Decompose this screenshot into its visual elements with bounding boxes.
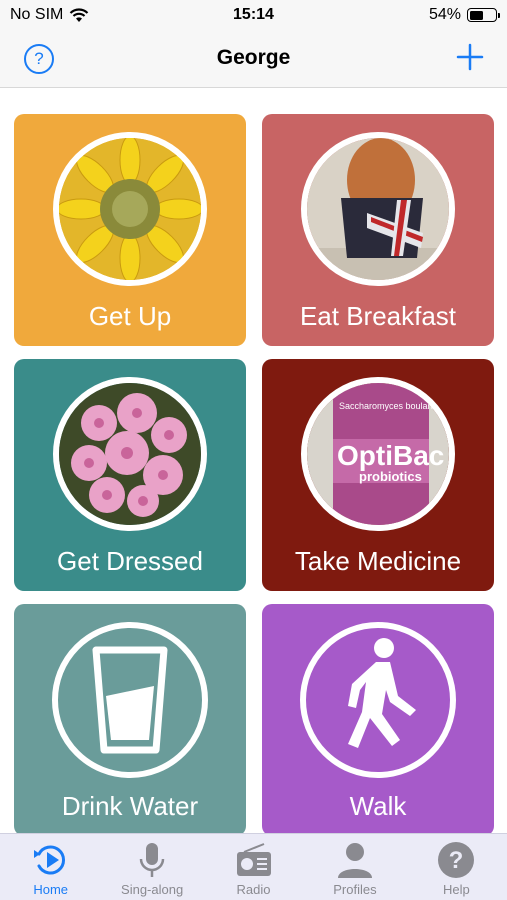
battery-icon	[467, 8, 500, 22]
tab-label: Radio	[236, 882, 271, 897]
tile-get-dressed[interactable]: Get Dressed	[14, 359, 246, 591]
bottle-text-2: OptiBac	[337, 440, 444, 471]
battery-indicator: 54%	[428, 6, 500, 24]
tab-sing-along[interactable]: Sing-along	[101, 834, 202, 900]
walking-person-icon	[300, 622, 456, 778]
tile-walk[interactable]: Walk	[262, 604, 494, 833]
probiotics-bottle-photo: Saccharomyces boulardii OptiBac probioti…	[301, 377, 455, 531]
bottle-text-1: Saccharomyces boulardii	[339, 401, 440, 411]
tab-home[interactable]: Home	[0, 834, 101, 900]
sunflower-photo	[53, 132, 207, 286]
tile-take-medicine[interactable]: Saccharomyces boulardii OptiBac probioti…	[262, 359, 494, 591]
person-icon	[337, 843, 372, 878]
tab-label: Profiles	[333, 882, 377, 897]
svg-text:?: ?	[449, 847, 464, 874]
tab-label: Sing-along	[121, 882, 184, 897]
tab-label: Home	[33, 882, 69, 897]
pink-flowers-photo	[53, 377, 207, 531]
tab-radio[interactable]: Radio	[203, 834, 304, 900]
add-icon[interactable]	[453, 40, 487, 74]
tile-label: Get Up	[88, 301, 172, 331]
tile-eat-breakfast[interactable]: Eat Breakfast	[262, 114, 494, 346]
page-title: George	[216, 46, 291, 69]
radio-icon	[236, 843, 271, 876]
tab-label: Help	[442, 882, 470, 897]
battery-percent: 54%	[428, 6, 461, 23]
tab-profiles[interactable]: Profiles	[304, 834, 405, 900]
home-play-icon	[33, 845, 65, 875]
tile-drink-water[interactable]: Drink Water	[14, 604, 246, 833]
battery-level	[469, 10, 483, 20]
tile-label: Walk	[349, 791, 407, 821]
help-icon: ?	[438, 842, 475, 878]
tile-label: Drink Water	[61, 791, 199, 821]
bottle-text-3: probiotics	[359, 469, 422, 484]
tile-label: Eat Breakfast	[299, 301, 457, 331]
microphone-icon	[139, 843, 165, 877]
status-bar: No SIM 15:14 54%	[0, 0, 507, 32]
tab-bar: Home Sing-along Radio Profiles ? Help	[0, 833, 507, 900]
activity-grid: Get Up Eat Breakfast Get Dressed Sacchar…	[0, 88, 507, 833]
tile-get-up[interactable]: Get Up	[14, 114, 246, 346]
tab-help[interactable]: ? Help	[406, 834, 507, 900]
egg-cup-photo	[301, 132, 455, 286]
tile-label: Take Medicine	[294, 546, 462, 576]
tile-label: Get Dressed	[57, 546, 203, 576]
navigation-bar: ? George	[0, 32, 507, 88]
glass-of-water-icon	[52, 622, 208, 778]
